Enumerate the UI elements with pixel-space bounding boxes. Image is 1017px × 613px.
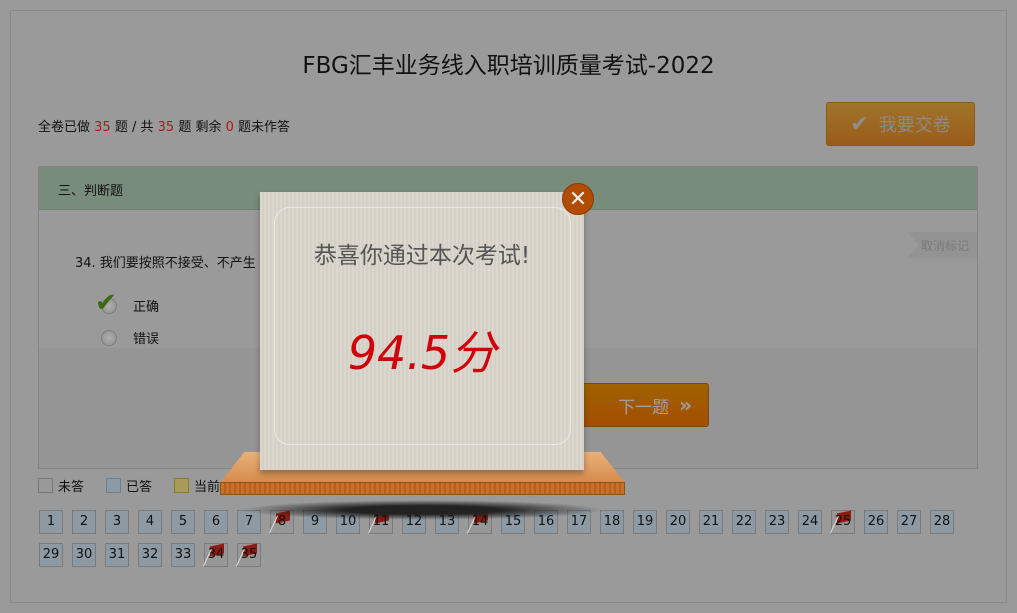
next-question-button[interactable]: 下一题 »	[579, 383, 709, 427]
question-nav-1[interactable]: 1	[39, 510, 63, 534]
question-number: 7	[244, 514, 254, 529]
question-nav-21[interactable]: 21	[699, 510, 723, 534]
exam-title: FBG汇丰业务线入职培训质量考试-2022	[302, 53, 715, 79]
question-number: 18	[603, 514, 621, 529]
legend-unanswered: 未答	[38, 476, 84, 495]
question-number: 20	[669, 514, 687, 529]
question-number: 3	[112, 514, 122, 529]
legend-label: 当前	[194, 480, 221, 495]
remaining-count: 0	[225, 120, 234, 135]
question-number: 28	[933, 514, 951, 529]
question-number: 31	[108, 547, 126, 562]
question-number: 25	[834, 514, 852, 529]
question-number: 23	[768, 514, 786, 529]
done-count: 35	[94, 120, 111, 135]
question-nav-4[interactable]: 4	[138, 510, 162, 534]
legend-current: 当前	[174, 476, 220, 495]
checkmark-icon: ✔	[95, 287, 117, 318]
question-number: 12	[405, 514, 423, 529]
close-icon[interactable]: ✕	[562, 183, 594, 215]
question-number: 21	[702, 514, 720, 529]
question-number: 22	[735, 514, 753, 529]
question-nav-27[interactable]: 27	[897, 510, 921, 534]
result-modal: 恭喜你通过本次考试! 94.5分	[260, 192, 584, 470]
question-number: 29	[42, 547, 60, 562]
legend: 未答 已答 当前	[38, 476, 242, 495]
question-nav-3[interactable]: 3	[105, 510, 129, 534]
status-text: 题未作答	[238, 120, 291, 135]
question-text: 34. 我们要按照不接受、不产生	[75, 256, 256, 271]
question-number: 14	[471, 514, 489, 529]
radio[interactable]	[101, 329, 117, 346]
question-number: 24	[801, 514, 819, 529]
wood-tray-front	[220, 482, 625, 495]
question-number: 27	[900, 514, 918, 529]
question-nav-29[interactable]: 29	[39, 543, 63, 567]
submit-exam-button[interactable]: ✔ 我要交卷	[826, 102, 975, 146]
option-label: 错误	[133, 332, 160, 347]
question-nav-2[interactable]: 2	[72, 510, 96, 534]
question-number: 13	[438, 514, 456, 529]
status-text: 全卷已做	[38, 120, 91, 135]
score: 94.5分	[347, 326, 497, 380]
progress-status: 全卷已做 35 题 / 共 35 题 剩余 0 题未作答	[38, 116, 290, 135]
question-number: 8	[277, 514, 287, 529]
question-nav-5[interactable]: 5	[171, 510, 195, 534]
question-nav-31[interactable]: 31	[105, 543, 129, 567]
question-number: 11	[372, 514, 390, 529]
question-number: 19	[636, 514, 654, 529]
question-number: 33	[174, 547, 192, 562]
question-nav-32[interactable]: 32	[138, 543, 162, 567]
radio-selected[interactable]: ✔	[95, 288, 117, 318]
question-number: 30	[75, 547, 93, 562]
question-number: 4	[145, 514, 155, 529]
question-number: 10	[339, 514, 357, 529]
question-number: 26	[867, 514, 885, 529]
legend-label: 已答	[126, 480, 153, 495]
legend-label: 未答	[58, 480, 85, 495]
question-number: 1	[46, 514, 56, 529]
legend-answered: 已答	[106, 476, 152, 495]
submit-label: 我要交卷	[878, 115, 951, 136]
question-nav-22[interactable]: 22	[732, 510, 756, 534]
question-nav-33[interactable]: 33	[171, 543, 195, 567]
question-nav-26[interactable]: 26	[864, 510, 888, 534]
status-text: 题 剩余	[178, 120, 222, 135]
question-number: 9	[310, 514, 320, 529]
option-label: 正确	[133, 300, 160, 315]
question-number: 5	[178, 514, 188, 529]
option-false[interactable]: 错误	[101, 328, 159, 347]
question-number: 32	[141, 547, 159, 562]
option-true[interactable]: ✔ 正确	[95, 288, 160, 318]
congrats-message: 恭喜你通过本次考试!	[313, 243, 531, 269]
check-icon: ✔	[850, 111, 869, 137]
question-nav-19[interactable]: 19	[633, 510, 657, 534]
question-nav-30[interactable]: 30	[72, 543, 96, 567]
total-count: 35	[157, 120, 175, 135]
question-nav-6[interactable]: 6	[204, 510, 228, 534]
question-number: 35	[240, 547, 258, 562]
question-number: 15	[504, 514, 522, 529]
next-label: 下一题	[618, 397, 670, 418]
question-nav-25[interactable]: 25	[831, 510, 855, 534]
question-number: 6	[211, 514, 221, 529]
question-nav-18[interactable]: 18	[600, 510, 624, 534]
question-nav-24[interactable]: 24	[798, 510, 822, 534]
unmark-button[interactable]: 取消标记	[907, 232, 977, 258]
question-nav-28[interactable]: 28	[930, 510, 954, 534]
question-number: 34	[207, 547, 225, 562]
question-number: 16	[537, 514, 555, 529]
double-chevron-right-icon: »	[679, 393, 692, 417]
status-text: 题 / 共	[114, 120, 154, 135]
question-nav-23[interactable]: 23	[765, 510, 789, 534]
question-number: 17	[570, 514, 588, 529]
question-nav-34[interactable]: 34	[204, 543, 228, 567]
question-number: 2	[79, 514, 89, 529]
question-nav-35[interactable]: 35	[237, 543, 261, 567]
question-nav-20[interactable]: 20	[666, 510, 690, 534]
